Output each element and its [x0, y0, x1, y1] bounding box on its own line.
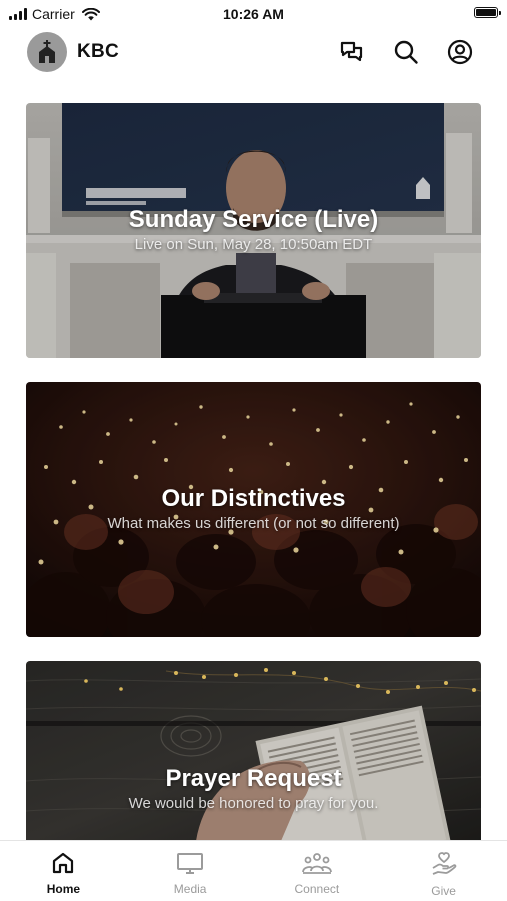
- our-distinctives-text: Our Distinctives What makes us different…: [26, 484, 481, 534]
- tab-media[interactable]: Media: [127, 841, 254, 901]
- people-icon: [301, 853, 332, 874]
- tab-home[interactable]: Home: [0, 841, 127, 901]
- card-title: Sunday Service (Live): [128, 206, 379, 233]
- app-title: KBC: [77, 41, 120, 62]
- bottom-tab-bar: Home Media Connect Give: [0, 840, 507, 901]
- tab-label: Connect: [294, 882, 340, 896]
- tab-label: Media: [173, 882, 207, 896]
- tab-connect[interactable]: Connect: [254, 841, 381, 901]
- tab-label: Home: [46, 882, 81, 896]
- church-icon: [39, 40, 55, 63]
- sunday-service-card[interactable]: Sunday Service (Live) Live on Sun, May 2…: [26, 103, 481, 358]
- tab-give[interactable]: Give: [380, 841, 507, 901]
- search-icon[interactable]: [393, 39, 419, 65]
- tv-icon: [177, 853, 204, 874]
- card-subtitle: Live on Sun, May 28, 10:50am EDT: [134, 236, 373, 253]
- tab-label: Give: [431, 884, 456, 898]
- card-subtitle: We would be honored to pray for you.: [128, 795, 379, 812]
- prayer-request-text: Prayer Request We would be honored to pr…: [26, 764, 481, 814]
- prayer-request-card[interactable]: Prayer Request We would be honored to pr…: [26, 661, 481, 841]
- card-title: Prayer Request: [165, 765, 342, 792]
- battery-icon: [474, 7, 501, 18]
- card-title: Our Distinctives: [161, 485, 346, 512]
- app-header: KBC: [0, 28, 507, 78]
- our-distinctives-card[interactable]: Our Distinctives What makes us different…: [26, 382, 481, 637]
- profile-icon[interactable]: [447, 39, 473, 65]
- home-icon: [53, 852, 74, 874]
- card-subtitle: What makes us different (or not so diffe…: [107, 515, 400, 532]
- status-time: 10:26 AM: [223, 6, 284, 22]
- messages-icon[interactable]: [339, 39, 365, 65]
- church-logo-avatar[interactable]: [27, 32, 67, 72]
- status-bar: Carrier 10:26 AM: [0, 0, 507, 28]
- sunday-service-text: Sunday Service (Live) Live on Sun, May 2…: [26, 205, 481, 255]
- bible-on-wood-image: [26, 661, 481, 841]
- giving-hand-icon: [432, 852, 456, 875]
